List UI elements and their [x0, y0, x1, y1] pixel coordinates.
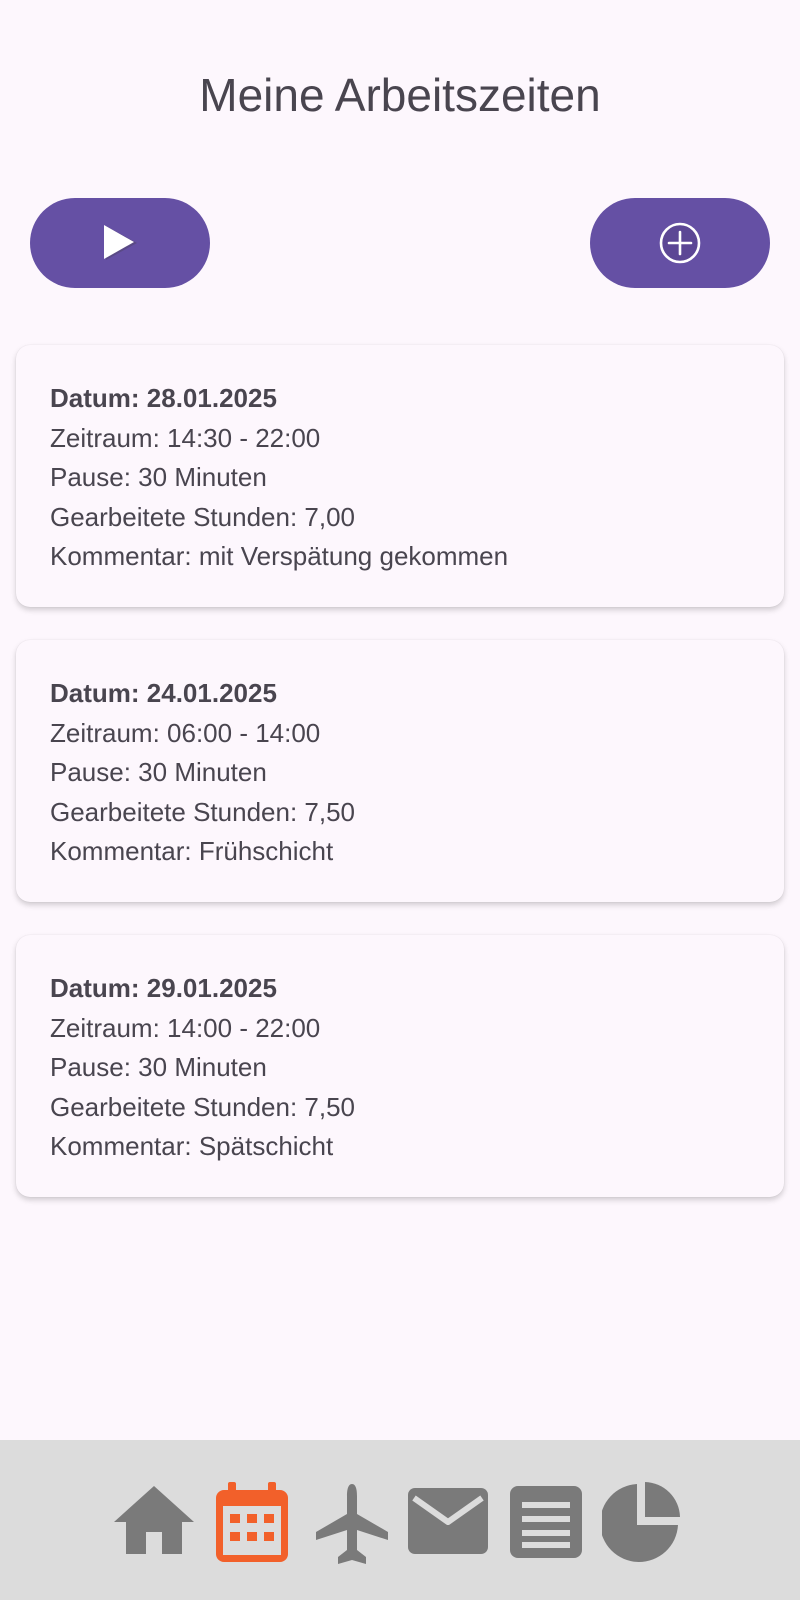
nav-statistics[interactable]	[602, 1480, 682, 1566]
bottom-navigation	[0, 1440, 800, 1600]
entry-date: Datum: 24.01.2025	[50, 678, 277, 708]
entry-hours: Gearbeitete Stunden: 7,00	[50, 501, 356, 532]
time-entry-card[interactable]: Datum: 24.01.2025 Zeitraum: 06:00 - 14:0…	[16, 640, 784, 902]
time-entries-list: Datum: 28.01.2025 Zeitraum: 14:30 - 22:0…	[16, 345, 784, 1230]
entry-pause: Pause: 30 Minuten	[50, 757, 267, 787]
page-title: Meine Arbeitszeiten	[199, 69, 601, 121]
start-tracking-button[interactable]	[30, 198, 210, 288]
home-icon	[112, 1482, 196, 1558]
mail-icon	[406, 1486, 490, 1556]
time-entry-card[interactable]: Datum: 28.01.2025 Zeitraum: 14:30 - 22:0…	[16, 345, 784, 607]
nav-travel[interactable]	[314, 1482, 390, 1568]
entry-period: Zeitraum: 14:30 - 22:00	[50, 422, 321, 453]
nav-messages[interactable]	[406, 1486, 490, 1556]
nav-reports[interactable]	[508, 1484, 584, 1560]
entry-period: Zeitraum: 14:00 - 22:00	[50, 1012, 321, 1043]
nav-home[interactable]	[112, 1482, 196, 1558]
list-icon	[508, 1484, 584, 1560]
time-entry-card[interactable]: Datum: 29.01.2025 Zeitraum: 14:00 - 22:0…	[16, 935, 784, 1197]
nav-calendar[interactable]	[214, 1480, 290, 1564]
entry-comment: Kommentar: Frühschicht	[50, 836, 334, 866]
entry-comment: Kommentar: Spätschicht	[50, 1131, 334, 1161]
entry-period: Zeitraum: 06:00 - 14:00	[50, 717, 321, 748]
entry-comment: Kommentar: mit Verspätung gekommen	[50, 541, 509, 571]
add-entry-button[interactable]	[590, 198, 770, 288]
entry-hours: Gearbeitete Stunden: 7,50	[50, 796, 356, 827]
add-circle-icon	[656, 219, 704, 267]
pie-chart-icon	[602, 1480, 682, 1566]
entry-hours: Gearbeitete Stunden: 7,50	[50, 1091, 356, 1122]
entry-pause: Pause: 30 Minuten	[50, 1052, 267, 1082]
entry-date: Datum: 29.01.2025	[50, 973, 277, 1003]
entry-pause: Pause: 30 Minuten	[50, 462, 267, 492]
airplane-icon	[314, 1482, 390, 1568]
entry-date: Datum: 28.01.2025	[50, 383, 277, 413]
play-icon	[100, 223, 140, 263]
calendar-icon	[214, 1480, 290, 1564]
